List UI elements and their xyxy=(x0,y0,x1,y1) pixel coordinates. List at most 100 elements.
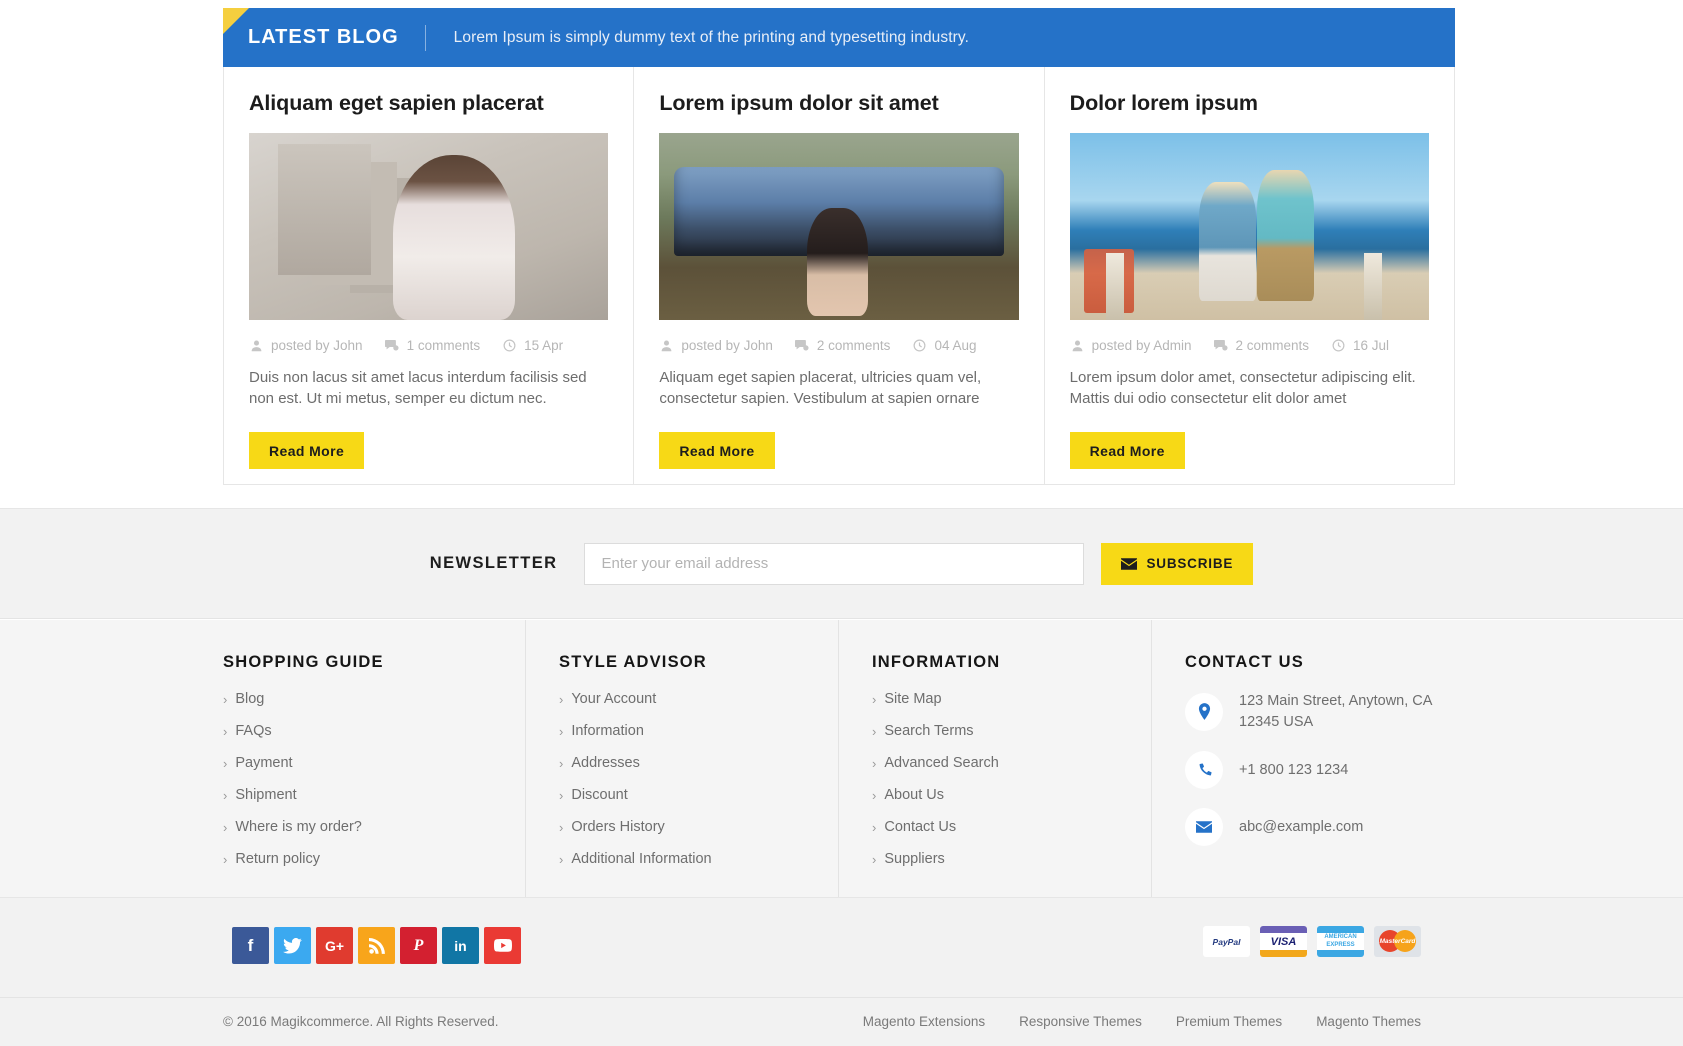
footer-link-label: Additional Information xyxy=(571,851,712,867)
envelope-icon xyxy=(1185,808,1223,847)
linkedin-icon[interactable]: in xyxy=(442,927,479,964)
footer-link-advanced-search[interactable]: › Advanced Search xyxy=(872,755,1151,771)
meta-date-label: 15 Apr xyxy=(524,338,564,353)
meta-comments-label: 2 comments xyxy=(1235,338,1310,353)
blog-card: Lorem ipsum dolor sit amet posted by Joh… xyxy=(634,67,1045,484)
footer-link-return-policy[interactable]: › Return policy xyxy=(223,851,525,867)
blog-post-title[interactable]: Aliquam eget sapien placerat xyxy=(249,91,608,116)
footer-link-about-us[interactable]: › About Us xyxy=(872,787,1151,803)
meta-comments-label: 2 comments xyxy=(816,338,891,353)
blog-post-meta: posted by John 1 comments 15 Apr xyxy=(249,338,608,353)
footer-link-faqs[interactable]: › FAQs xyxy=(223,723,525,739)
chevron-right-icon: › xyxy=(872,691,877,707)
footer-link-additional-information[interactable]: › Additional Information xyxy=(559,851,838,867)
footer-link-addresses[interactable]: › Addresses xyxy=(559,755,838,771)
chevron-right-icon: › xyxy=(872,787,877,803)
blog-post-image xyxy=(249,133,609,320)
rss-icon[interactable] xyxy=(358,927,395,964)
amex-label: AMERICAN EXPRESS xyxy=(1317,933,1364,950)
footer-link-where-is-my-order[interactable]: › Where is my order? xyxy=(223,819,525,835)
blog-cards-container: Aliquam eget sapien placerat posted by J… xyxy=(223,67,1455,485)
read-more-button[interactable]: Read More xyxy=(659,431,775,469)
blog-post-title[interactable]: Lorem ipsum dolor sit amet xyxy=(659,91,1018,116)
latest-blog-section: LATEST BLOG Lorem Ipsum is simply dummy … xyxy=(223,8,1455,485)
blog-post-excerpt: Lorem ipsum dolor amet, consectetur adip… xyxy=(1069,369,1416,408)
facebook-icon[interactable]: f xyxy=(232,927,269,964)
chevron-right-icon: › xyxy=(559,819,564,835)
social-payment-bar: f G+ P in PayPal VISA AMERICAN EXPRESS M… xyxy=(0,897,1683,997)
footer-links-section: SHOPPING GUIDE › Blog › FAQs › Payment › Shi… xyxy=(0,620,1683,897)
meta-author: posted by John xyxy=(249,338,363,353)
blog-post-excerpt: Aliquam eget sapien placerat, ultricies … xyxy=(659,369,982,408)
meta-author-label: posted by John xyxy=(681,338,773,353)
paypal-label: PayPal xyxy=(1212,936,1241,947)
user-icon xyxy=(249,338,264,353)
footer-link-label: Payment xyxy=(235,755,293,771)
bottom-link-magento-themes[interactable]: Magento Themes xyxy=(1316,1014,1421,1029)
newsletter-email-input[interactable] xyxy=(584,542,1085,585)
footer-link-label: Blog xyxy=(235,691,265,707)
footer-link-contact-us[interactable]: › Contact Us xyxy=(872,819,1151,835)
blog-post-title[interactable]: Dolor lorem ipsum xyxy=(1070,91,1429,116)
footer-link-label: Advanced Search xyxy=(884,755,999,771)
footer-column-shopping-guide: SHOPPING GUIDE › Blog › FAQs › Payment › Shi… xyxy=(223,620,526,897)
chevron-right-icon: › xyxy=(559,691,564,707)
footer-link-your-account[interactable]: › Your Account xyxy=(559,691,838,707)
read-more-button[interactable]: Read More xyxy=(249,431,365,469)
contact-phone-row: +1 800 123 1234 xyxy=(1185,751,1463,790)
image-detail xyxy=(1364,252,1383,320)
footer-link-information[interactable]: › Information xyxy=(559,723,838,739)
bottom-link-premium-themes[interactable]: Premium Themes xyxy=(1176,1014,1282,1029)
chevron-right-icon: › xyxy=(559,851,564,867)
envelope-icon xyxy=(1121,557,1138,570)
visa-label: VISA xyxy=(1270,935,1297,948)
chevron-right-icon: › xyxy=(872,851,877,867)
footer-link-blog[interactable]: › Blog xyxy=(223,691,525,707)
read-more-button[interactable]: Read More xyxy=(1069,431,1185,469)
contact-email[interactable]: abc@example.com xyxy=(1239,817,1363,838)
latest-blog-header: LATEST BLOG Lorem Ipsum is simply dummy … xyxy=(223,8,1455,67)
contact-email-row: abc@example.com xyxy=(1185,808,1463,847)
chevron-right-icon: › xyxy=(559,755,564,771)
meta-date-label: 16 Jul xyxy=(1353,338,1390,353)
blog-card: Aliquam eget sapien placerat posted by J… xyxy=(224,67,635,484)
chevron-right-icon: › xyxy=(872,819,877,835)
meta-author: posted by Admin xyxy=(1070,338,1192,353)
image-detail xyxy=(1105,252,1124,320)
blog-card: Dolor lorem ipsum posted by Admin 2 comm… xyxy=(1045,67,1454,484)
footer-link-suppliers[interactable]: › Suppliers xyxy=(872,851,1151,867)
footer-link-discount[interactable]: › Discount xyxy=(559,787,838,803)
footer-link-label: Addresses xyxy=(571,755,640,771)
copyright-text: © 2016 Magikcommerce. All Rights Reserve… xyxy=(223,1014,499,1029)
pinterest-icon[interactable]: P xyxy=(400,927,437,964)
visa-badge: VISA xyxy=(1260,926,1307,957)
american-express-badge: AMERICAN EXPRESS xyxy=(1317,926,1364,957)
google-plus-icon[interactable]: G+ xyxy=(316,927,353,964)
youtube-icon[interactable] xyxy=(484,927,521,964)
user-icon xyxy=(1070,338,1085,353)
subscribe-button[interactable]: SUBSCRIBE xyxy=(1101,542,1254,585)
visa-bottom-band xyxy=(1260,950,1307,957)
meta-date: 04 Aug xyxy=(912,338,976,353)
footer-link-site-map[interactable]: › Site Map xyxy=(872,691,1151,707)
phone-icon xyxy=(1185,751,1223,790)
payment-badges: PayPal VISA AMERICAN EXPRESS MasterCard xyxy=(1193,926,1421,957)
footer-bottom-links: Magento Extensions Responsive Themes Pre… xyxy=(829,1014,1421,1029)
corner-triangle-icon xyxy=(223,8,249,34)
footer-link-orders-history[interactable]: › Orders History xyxy=(559,819,838,835)
clock-icon xyxy=(502,338,517,353)
meta-comments: 2 comments xyxy=(1213,338,1309,353)
subscribe-label: SUBSCRIBE xyxy=(1146,556,1234,571)
meta-date: 16 Jul xyxy=(1331,338,1389,353)
newsletter-section: NEWSLETTER SUBSCRIBE xyxy=(0,508,1683,619)
clock-icon xyxy=(912,338,927,353)
bottom-link-responsive-themes[interactable]: Responsive Themes xyxy=(1019,1014,1142,1029)
meta-author-label: posted by Admin xyxy=(1091,338,1192,353)
footer-column-title: SHOPPING GUIDE xyxy=(223,653,384,671)
footer-link-payment[interactable]: › Payment xyxy=(223,755,525,771)
footer-link-shipment[interactable]: › Shipment xyxy=(223,787,525,803)
twitter-icon[interactable] xyxy=(274,927,311,964)
footer-link-search-terms[interactable]: › Search Terms xyxy=(872,723,1151,739)
footer-link-label: Site Map xyxy=(884,691,942,707)
bottom-link-magento-extensions[interactable]: Magento Extensions xyxy=(863,1014,985,1029)
